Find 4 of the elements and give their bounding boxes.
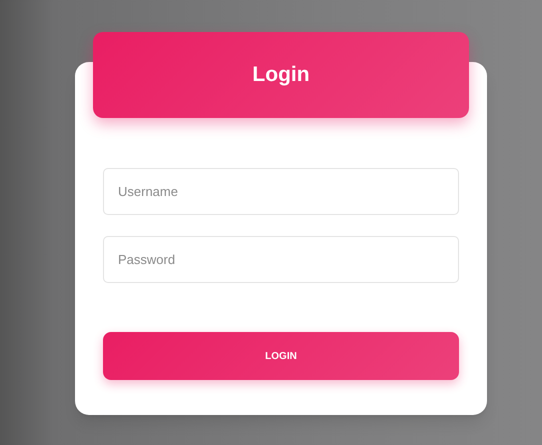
- input-field[interactable]: Username: [103, 168, 459, 215]
- login-button[interactable]: LOGIN: [103, 332, 459, 380]
- login-title: Login: [252, 62, 310, 88]
- input-field[interactable]: Password: [103, 236, 459, 283]
